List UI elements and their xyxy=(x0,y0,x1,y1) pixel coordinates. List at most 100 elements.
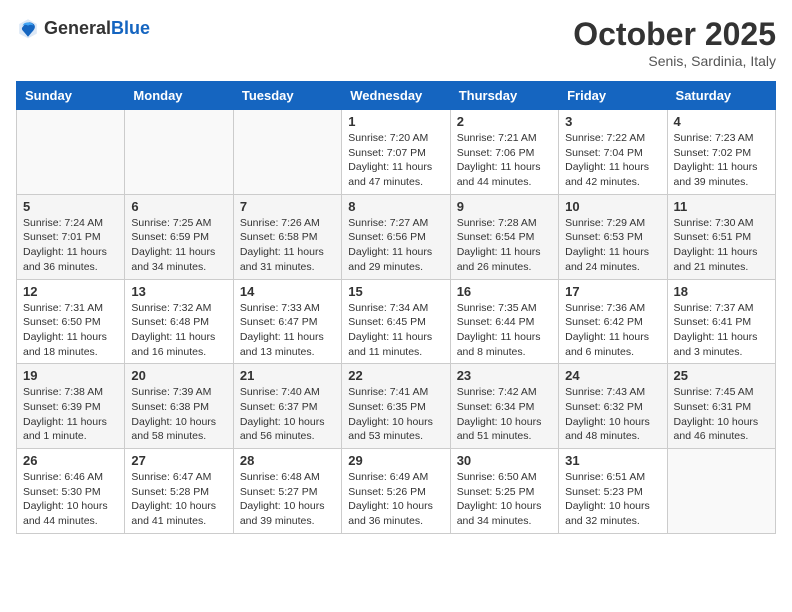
calendar-cell: 23 Sunrise: 7:42 AM Sunset: 6:34 PM Dayli… xyxy=(450,364,558,449)
calendar-cell xyxy=(125,110,233,195)
calendar-cell: 27Sunrise: 6:47 AM Sunset: 5:28 PM Dayli… xyxy=(125,449,233,534)
day-number: 17 xyxy=(565,284,660,299)
page-header: GeneralBlue October 2025 Senis, Sardinia… xyxy=(16,16,776,69)
day-header-friday: Friday xyxy=(559,82,667,110)
calendar-cell: 19Sunrise: 7:38 AM Sunset: 6:39 PM Dayli… xyxy=(17,364,125,449)
day-number: 2 xyxy=(457,114,552,129)
day-info: Sunrise: 6:49 AM Sunset: 5:26 PM Dayligh… xyxy=(348,470,443,529)
day-number: 1 xyxy=(348,114,443,129)
day-info: Sunrise: 7:45 AM Sunset: 6:31 PM Dayligh… xyxy=(674,385,769,444)
day-info: Sunrise: 7:24 AM Sunset: 7:01 PM Dayligh… xyxy=(23,216,118,275)
day-info: Sunrise: 7:37 AM Sunset: 6:41 PM Dayligh… xyxy=(674,301,769,360)
day-info: Sunrise: 7:30 AM Sunset: 6:51 PM Dayligh… xyxy=(674,216,769,275)
calendar-cell: 20 Sunrise: 7:39 AM Sunset: 6:38 PM Dayli… xyxy=(125,364,233,449)
day-info: Sunrise: 7:40 AM Sunset: 6:37 PM Dayligh… xyxy=(240,385,335,444)
day-number: 4 xyxy=(674,114,769,129)
day-info: Sunrise: 7:39 AM Sunset: 6:38 PM Dayligh… xyxy=(131,385,226,444)
day-info: Sunrise: 7:28 AM Sunset: 6:54 PM Dayligh… xyxy=(457,216,552,275)
day-number: 6 xyxy=(131,199,226,214)
month-title: October 2025 xyxy=(573,16,776,53)
calendar-cell: 28Sunrise: 6:48 AM Sunset: 5:27 PM Dayli… xyxy=(233,449,341,534)
day-info: Sunrise: 7:25 AM Sunset: 6:59 PM Dayligh… xyxy=(131,216,226,275)
day-header-monday: Monday xyxy=(125,82,233,110)
day-info: Sunrise: 7:34 AM Sunset: 6:45 PM Dayligh… xyxy=(348,301,443,360)
calendar-row-week-5: 26 Sunrise: 6:46 AM Sunset: 5:30 PM Dayli… xyxy=(17,449,776,534)
calendar-cell: 4 Sunrise: 7:23 AM Sunset: 7:02 PM Daylig… xyxy=(667,110,775,195)
day-info: Sunrise: 7:33 AM Sunset: 6:47 PM Dayligh… xyxy=(240,301,335,360)
day-number: 30 xyxy=(457,453,552,468)
day-number: 5 xyxy=(23,199,118,214)
calendar-cell: 13 Sunrise: 7:32 AM Sunset: 6:48 PM Dayli… xyxy=(125,279,233,364)
day-info: Sunrise: 7:26 AM Sunset: 6:58 PM Dayligh… xyxy=(240,216,335,275)
day-number: 9 xyxy=(457,199,552,214)
day-number: 13 xyxy=(131,284,226,299)
day-info: Sunrise: 7:21 AM Sunset: 7:06 PM Dayligh… xyxy=(457,131,552,190)
day-info: Sunrise: 6:51 AM Sunset: 5:23 PM Dayligh… xyxy=(565,470,660,529)
calendar-header-row: SundayMondayTuesdayWednesdayThursdayFrid… xyxy=(17,82,776,110)
calendar-cell: 3Sunrise: 7:22 AM Sunset: 7:04 PM Daylig… xyxy=(559,110,667,195)
calendar-cell: 16 Sunrise: 7:35 AM Sunset: 6:44 PM Dayli… xyxy=(450,279,558,364)
day-info: Sunrise: 7:29 AM Sunset: 6:53 PM Dayligh… xyxy=(565,216,660,275)
day-header-sunday: Sunday xyxy=(17,82,125,110)
day-header-thursday: Thursday xyxy=(450,82,558,110)
day-info: Sunrise: 7:43 AM Sunset: 6:32 PM Dayligh… xyxy=(565,385,660,444)
logo-general: General xyxy=(44,18,111,38)
day-number: 27 xyxy=(131,453,226,468)
calendar-cell: 8 Sunrise: 7:27 AM Sunset: 6:56 PM Daylig… xyxy=(342,194,450,279)
subtitle: Senis, Sardinia, Italy xyxy=(573,53,776,69)
title-block: October 2025 Senis, Sardinia, Italy xyxy=(573,16,776,69)
day-info: Sunrise: 7:36 AM Sunset: 6:42 PM Dayligh… xyxy=(565,301,660,360)
day-info: Sunrise: 7:32 AM Sunset: 6:48 PM Dayligh… xyxy=(131,301,226,360)
calendar-cell: 31 Sunrise: 6:51 AM Sunset: 5:23 PM Dayli… xyxy=(559,449,667,534)
calendar-row-week-4: 19Sunrise: 7:38 AM Sunset: 6:39 PM Dayli… xyxy=(17,364,776,449)
day-number: 23 xyxy=(457,368,552,383)
day-number: 3 xyxy=(565,114,660,129)
calendar-cell: 12Sunrise: 7:31 AM Sunset: 6:50 PM Dayli… xyxy=(17,279,125,364)
calendar-cell: 17 Sunrise: 7:36 AM Sunset: 6:42 PM Dayli… xyxy=(559,279,667,364)
calendar-cell: 7 Sunrise: 7:26 AM Sunset: 6:58 PM Daylig… xyxy=(233,194,341,279)
day-info: Sunrise: 6:48 AM Sunset: 5:27 PM Dayligh… xyxy=(240,470,335,529)
day-number: 18 xyxy=(674,284,769,299)
day-number: 16 xyxy=(457,284,552,299)
day-number: 26 xyxy=(23,453,118,468)
day-number: 7 xyxy=(240,199,335,214)
calendar-cell xyxy=(17,110,125,195)
logo-icon xyxy=(16,16,40,40)
calendar-cell xyxy=(667,449,775,534)
calendar-cell: 6 Sunrise: 7:25 AM Sunset: 6:59 PM Daylig… xyxy=(125,194,233,279)
day-number: 8 xyxy=(348,199,443,214)
day-number: 15 xyxy=(348,284,443,299)
day-info: Sunrise: 7:20 AM Sunset: 7:07 PM Dayligh… xyxy=(348,131,443,190)
day-number: 19 xyxy=(23,368,118,383)
day-info: Sunrise: 7:23 AM Sunset: 7:02 PM Dayligh… xyxy=(674,131,769,190)
day-number: 12 xyxy=(23,284,118,299)
calendar-cell: 24 Sunrise: 7:43 AM Sunset: 6:32 PM Dayli… xyxy=(559,364,667,449)
calendar-table: SundayMondayTuesdayWednesdayThursdayFrid… xyxy=(16,81,776,534)
calendar-cell: 5 Sunrise: 7:24 AM Sunset: 7:01 PM Daylig… xyxy=(17,194,125,279)
day-header-wednesday: Wednesday xyxy=(342,82,450,110)
day-number: 20 xyxy=(131,368,226,383)
day-number: 24 xyxy=(565,368,660,383)
day-header-tuesday: Tuesday xyxy=(233,82,341,110)
day-info: Sunrise: 6:46 AM Sunset: 5:30 PM Dayligh… xyxy=(23,470,118,529)
day-number: 31 xyxy=(565,453,660,468)
calendar-cell: 2 Sunrise: 7:21 AM Sunset: 7:06 PM Daylig… xyxy=(450,110,558,195)
calendar-row-week-2: 5 Sunrise: 7:24 AM Sunset: 7:01 PM Daylig… xyxy=(17,194,776,279)
day-number: 21 xyxy=(240,368,335,383)
day-info: Sunrise: 7:42 AM Sunset: 6:34 PM Dayligh… xyxy=(457,385,552,444)
day-number: 22 xyxy=(348,368,443,383)
day-number: 29 xyxy=(348,453,443,468)
logo: GeneralBlue xyxy=(16,16,150,40)
day-info: Sunrise: 7:27 AM Sunset: 6:56 PM Dayligh… xyxy=(348,216,443,275)
calendar-cell: 15 Sunrise: 7:34 AM Sunset: 6:45 PM Dayli… xyxy=(342,279,450,364)
calendar-cell: 29 Sunrise: 6:49 AM Sunset: 5:26 PM Dayli… xyxy=(342,449,450,534)
calendar-cell: 9 Sunrise: 7:28 AM Sunset: 6:54 PM Daylig… xyxy=(450,194,558,279)
day-number: 10 xyxy=(565,199,660,214)
calendar-cell: 10 Sunrise: 7:29 AM Sunset: 6:53 PM Dayli… xyxy=(559,194,667,279)
day-info: Sunrise: 7:35 AM Sunset: 6:44 PM Dayligh… xyxy=(457,301,552,360)
calendar-row-week-3: 12Sunrise: 7:31 AM Sunset: 6:50 PM Dayli… xyxy=(17,279,776,364)
calendar-row-week-1: 1 Sunrise: 7:20 AM Sunset: 7:07 PM Daylig… xyxy=(17,110,776,195)
calendar-cell: 18 Sunrise: 7:37 AM Sunset: 6:41 PM Dayli… xyxy=(667,279,775,364)
calendar-cell: 1 Sunrise: 7:20 AM Sunset: 7:07 PM Daylig… xyxy=(342,110,450,195)
calendar-cell: 11Sunrise: 7:30 AM Sunset: 6:51 PM Dayli… xyxy=(667,194,775,279)
